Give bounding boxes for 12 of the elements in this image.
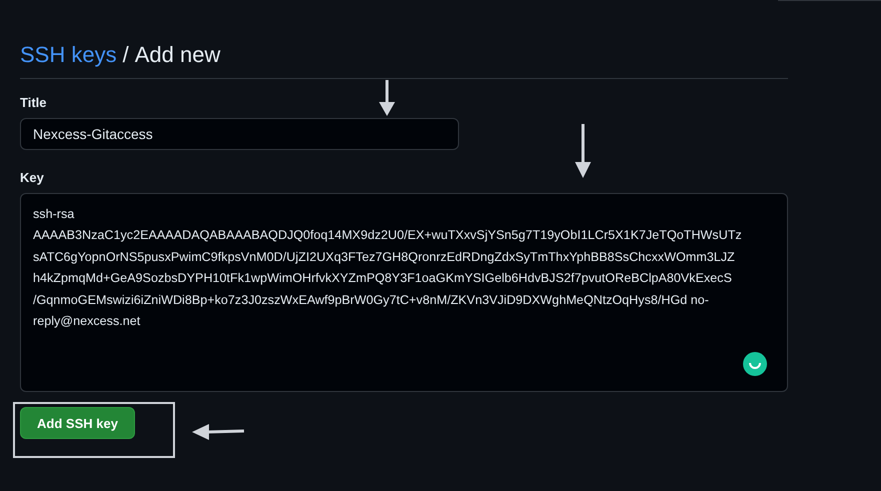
left-arrow: [191, 423, 245, 441]
assistant-icon[interactable]: [743, 352, 767, 376]
page-title: Add new: [134, 42, 220, 67]
title-field[interactable]: Nexcess-Gitaccess: [20, 118, 459, 150]
down-arrow: [377, 80, 397, 118]
add-ssh-key-button[interactable]: Add SSH key: [20, 407, 135, 439]
key-field[interactable]: ssh-rsa AAAAB3NzaC1yc2EAAAADAQABAAABAQDJQ0foq14MX9dz2U0/EX+wuTXxvSjYSn5g7T19yObI1LCr5X1K7JeTQoTHWsUTz sATC6gYopnOrNS5pusxPwimC9fkpsVnM0D/UjZI2UXq3FTez7GH8QronrzEdRDngZdxSyTmThxYphBB8SsChcxxWOmm3LJZ h4kZpmqMd+GeA9SozbsDYPH10tFk1wpWimOHrfvkXYZmPQ8Y3F1oaGKmYSIGelb6HdvBJS2f7pvutOReBClpA80VkExecS /GqnmoGEMswizi6iZniWDi8Bp+ko7z3J0zszWxEAwf9pBrW0Gy7tC+v8nM/ZKVn3VJiD9DXWghMeQNtzOqHys8/HGd no- reply@nexcess.net: [20, 193, 788, 392]
ssh-keys-link[interactable]: SSH keys: [20, 42, 117, 67]
title-label: Title: [20, 95, 48, 110]
down-arrow: [573, 124, 593, 180]
key-label: Key: [20, 170, 45, 185]
heading-separator: /: [122, 42, 129, 67]
